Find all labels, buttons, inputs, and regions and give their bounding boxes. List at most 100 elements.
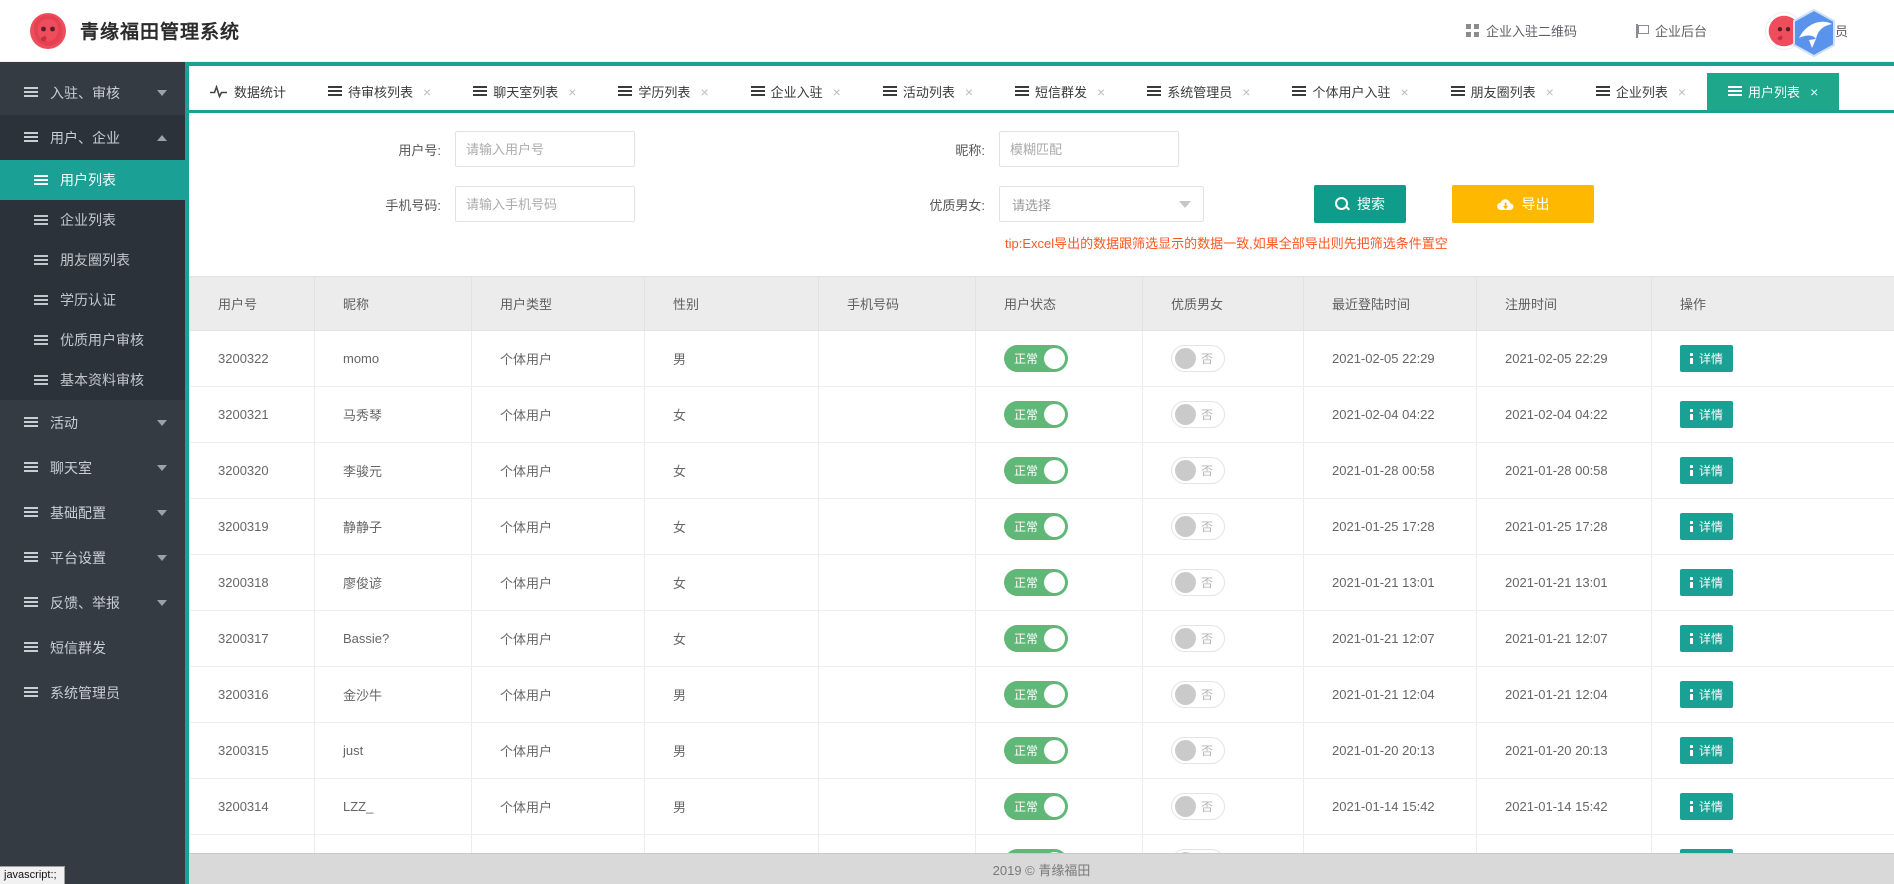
quality-toggle[interactable]: 否 — [1171, 457, 1225, 484]
tab-data-stats[interactable]: 数据统计 — [189, 73, 307, 110]
col-registered: 注册时间 — [1477, 277, 1652, 331]
sidebar-item-user-list[interactable]: 用户列表 — [0, 160, 185, 200]
export-button[interactable]: 导出 — [1452, 185, 1594, 223]
tab-close-icon[interactable]: × — [1242, 84, 1250, 100]
tab-enterprise-entry[interactable]: 企业入驻 × — [730, 73, 862, 110]
enterprise-qrcode-link[interactable]: 企业入驻二维码 — [1466, 21, 1577, 40]
tab-label: 学历列表 — [638, 82, 690, 101]
tab-system-admin[interactable]: 系统管理员 × — [1126, 73, 1271, 110]
tab-close-icon[interactable]: × — [1400, 84, 1408, 100]
menu-list-icon — [34, 335, 48, 346]
sidebar-item-platform-settings[interactable]: 平台设置 — [0, 535, 185, 580]
nickname-input[interactable] — [999, 131, 1179, 167]
status-toggle[interactable]: 正常 — [1004, 681, 1068, 708]
sidebar-item-education-cert[interactable]: 学历认证 — [0, 280, 185, 320]
tab-moments-list[interactable]: 朋友圈列表 × — [1430, 73, 1575, 110]
tab-education-list[interactable]: 学历列表 × — [597, 73, 729, 110]
detail-button[interactable]: 详情 — [1680, 513, 1733, 540]
tab-individual-user-entry[interactable]: 个体用户入驻 × — [1271, 73, 1429, 110]
status-toggle[interactable]: 正常 — [1004, 737, 1068, 764]
tab-close-icon[interactable]: × — [700, 84, 708, 100]
quality-toggle[interactable]: 否 — [1171, 793, 1225, 820]
tab-close-icon[interactable]: × — [1097, 84, 1105, 100]
sidebar-item-sms-broadcast[interactable]: 短信群发 — [0, 625, 185, 670]
detail-button[interactable]: 详情 — [1680, 401, 1733, 428]
tab-activity-list[interactable]: 活动列表 × — [862, 73, 994, 110]
tab-enterprise-list[interactable]: 企业列表 × — [1575, 73, 1707, 110]
tab-chatroom-list[interactable]: 聊天室列表 × — [452, 73, 597, 110]
tab-close-icon[interactable]: × — [1546, 84, 1554, 100]
cell-nickname: 马秀琴 — [315, 387, 472, 443]
detail-button[interactable]: 详情 — [1680, 345, 1733, 372]
tab-user-list[interactable]: 用户列表 × — [1707, 73, 1839, 110]
quality-toggle[interactable]: 否 — [1171, 345, 1225, 372]
tab-close-icon[interactable]: × — [568, 84, 576, 100]
tab-close-icon[interactable]: × — [833, 84, 841, 100]
search-button[interactable]: 搜索 — [1314, 185, 1406, 223]
tab-pending-review-list[interactable]: 待审核列表 × — [307, 73, 452, 110]
quality-select-value: 请选择 — [1012, 195, 1051, 214]
tab-close-icon[interactable]: × — [1678, 84, 1686, 100]
status-toggle[interactable]: 正常 — [1004, 401, 1068, 428]
detail-button[interactable]: 详情 — [1680, 457, 1733, 484]
detail-button[interactable]: 详情 — [1680, 681, 1733, 708]
sidebar-item-activity[interactable]: 活动 — [0, 400, 185, 445]
status-toggle[interactable]: 正常 — [1004, 345, 1068, 372]
sidebar-item-system-admin[interactable]: 系统管理员 — [0, 670, 185, 715]
quality-toggle[interactable]: 否 — [1171, 737, 1225, 764]
quality-toggle[interactable]: 否 — [1171, 625, 1225, 652]
sidebar-item-chatroom[interactable]: 聊天室 — [0, 445, 185, 490]
status-toggle[interactable]: 正常 — [1004, 457, 1068, 484]
tab-close-icon[interactable]: × — [1810, 84, 1818, 100]
phone-input[interactable] — [455, 186, 635, 222]
sidebar-group-users-enterprise: 用户、企业 用户列表 企业列表 朋友圈列表 学历认证 优质用户审核 — [0, 115, 185, 400]
quality-toggle[interactable]: 否 — [1171, 569, 1225, 596]
sidebar-item-basic-info-review[interactable]: 基本资料审核 — [0, 360, 185, 400]
status-toggle[interactable]: 正常 — [1004, 625, 1068, 652]
detail-button[interactable]: 详情 — [1680, 737, 1733, 764]
sidebar-item-moments-list[interactable]: 朋友圈列表 — [0, 240, 185, 280]
cell-phone — [819, 443, 976, 499]
table-header-row: 用户号 昵称 用户类型 性别 手机号码 用户状态 优质男女 最近登陆时间 注册时… — [190, 277, 1894, 331]
cell-last-login: 2021-01-28 00:58 — [1304, 443, 1477, 499]
cell-registered: 2021-02-05 22:29 — [1477, 331, 1652, 387]
detail-button[interactable]: 详情 — [1680, 625, 1733, 652]
sidebar-item-quality-user-review[interactable]: 优质用户审核 — [0, 320, 185, 360]
sidebar-item-ruzhu-shenhe[interactable]: 入驻、审核 — [0, 70, 185, 115]
chevron-down-icon — [157, 90, 167, 96]
sidebar-item-basic-config[interactable]: 基础配置 — [0, 490, 185, 535]
cell-user-type: 个体用户 — [472, 779, 645, 835]
sidebar-item-enterprise-list[interactable]: 企业列表 — [0, 200, 185, 240]
sidebar-item-yonghu-qiye[interactable]: 用户、企业 — [0, 115, 185, 160]
list-icon — [618, 86, 631, 97]
quality-select[interactable]: 请选择 — [999, 186, 1204, 222]
status-toggle-label: 正常 — [1014, 350, 1038, 367]
cell-nickname: 李骏元 — [315, 443, 472, 499]
detail-button[interactable]: 详情 — [1680, 793, 1733, 820]
enterprise-backend-link[interactable]: 企业后台 — [1635, 21, 1707, 40]
cell-phone — [819, 331, 976, 387]
detail-button[interactable]: 详情 — [1680, 569, 1733, 596]
status-toggle[interactable]: 正常 — [1004, 793, 1068, 820]
tab-close-icon[interactable]: × — [965, 84, 973, 100]
tab-sms-broadcast[interactable]: 短信群发 × — [994, 73, 1126, 110]
user-no-input[interactable] — [455, 131, 635, 167]
quality-toggle-label: 否 — [1201, 350, 1213, 367]
list-icon — [1596, 86, 1609, 97]
info-icon — [1690, 465, 1693, 476]
quality-toggle[interactable]: 否 — [1171, 681, 1225, 708]
main-content: 数据统计 待审核列表 × 聊天室列表 × 学历列表 × 企业入驻 × — [185, 62, 1894, 884]
sidebar-item-feedback-report[interactable]: 反馈、举报 — [0, 580, 185, 625]
cell-nickname: 金沙牛 — [315, 667, 472, 723]
menu-list-icon — [24, 552, 38, 563]
status-toggle[interactable]: 正常 — [1004, 513, 1068, 540]
user-menu[interactable]: 管理员 — [1765, 12, 1848, 50]
list-icon — [473, 86, 486, 97]
toggle-knob — [1044, 460, 1065, 481]
quality-toggle[interactable]: 否 — [1171, 401, 1225, 428]
quality-toggle[interactable]: 否 — [1171, 513, 1225, 540]
cell-gender: 男 — [645, 723, 819, 779]
tab-close-icon[interactable]: × — [423, 84, 431, 100]
status-toggle[interactable]: 正常 — [1004, 569, 1068, 596]
cell-user-id: 3200314 — [190, 779, 315, 835]
